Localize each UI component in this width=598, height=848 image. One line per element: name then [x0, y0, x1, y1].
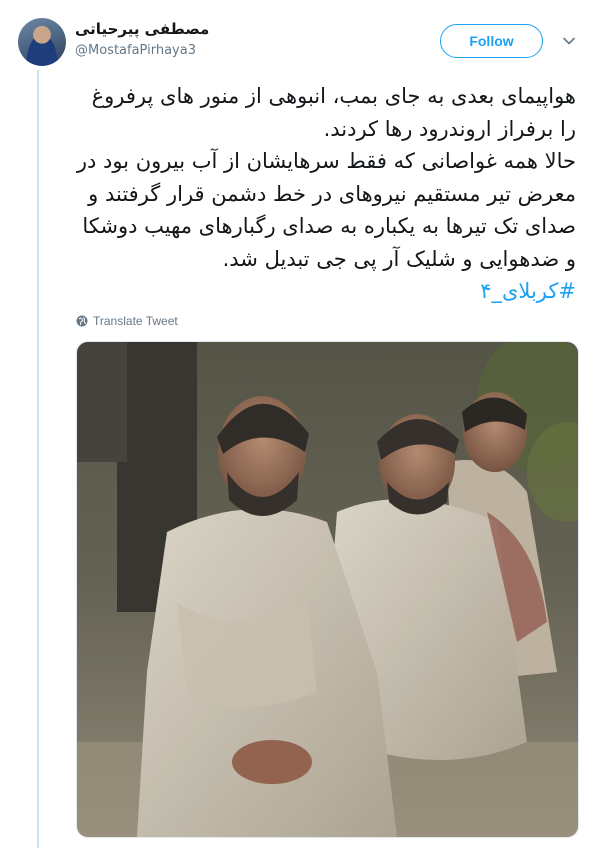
hashtag-link[interactable]: #کربلای_۴ — [480, 279, 576, 303]
translate-tweet-link[interactable]: Translate Tweet — [76, 314, 178, 328]
author-handle[interactable]: @MostafaPirhaya3 — [75, 43, 196, 58]
tweet-photo[interactable] — [76, 341, 579, 838]
tweet-text: هواپیمای بعدی به جای بمب، انبوهی از منور… — [76, 80, 576, 308]
chevron-down-icon[interactable] — [562, 34, 576, 48]
translate-label: Translate Tweet — [93, 314, 178, 328]
author-display-name[interactable]: مصطفی پیرحیاتی — [75, 20, 209, 38]
globe-icon — [76, 315, 88, 327]
photo-image — [77, 342, 578, 837]
thread-line — [37, 70, 39, 848]
tweet-paragraph: حالا همه غواصانی که فقط سرهایشان از آب ب… — [76, 149, 576, 271]
tweet-paragraph: هواپیمای بعدی به جای بمب، انبوهی از منور… — [91, 84, 576, 141]
follow-button[interactable]: Follow — [440, 24, 543, 58]
avatar[interactable] — [18, 18, 66, 66]
